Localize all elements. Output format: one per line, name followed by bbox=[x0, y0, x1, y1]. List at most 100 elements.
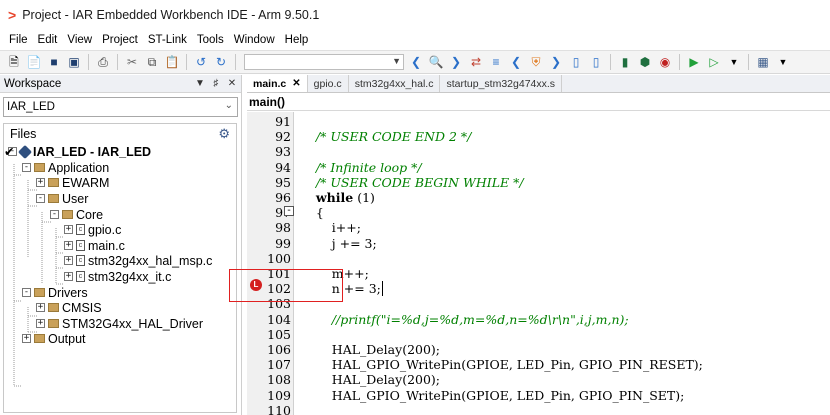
gear-icon[interactable]: ⚙ bbox=[218, 126, 230, 142]
fold-toggle-icon[interactable]: - bbox=[284, 206, 294, 216]
breakpoint-icon[interactable]: L bbox=[250, 279, 262, 291]
code-line[interactable]: i++; bbox=[300, 220, 361, 235]
menu-window[interactable]: Window bbox=[229, 34, 280, 46]
code-line[interactable]: /* Infinite loop */ bbox=[300, 160, 422, 175]
tree-item-label: Output bbox=[48, 331, 86, 346]
layout-icon[interactable]: ▦ bbox=[755, 54, 771, 70]
c-file-icon: c bbox=[76, 240, 85, 252]
chevron-down-icon[interactable]: ▼ bbox=[726, 54, 742, 70]
print-icon[interactable]: ⎙ bbox=[95, 54, 111, 70]
navigate-back-icon[interactable]: ❮ bbox=[408, 54, 424, 70]
menu-st-link[interactable]: ST-Link bbox=[143, 34, 192, 46]
save-icon[interactable]: ■ bbox=[46, 54, 62, 70]
close-icon[interactable]: ✕ bbox=[225, 78, 239, 89]
code-line[interactable]: /* USER CODE END 2 */ bbox=[300, 129, 471, 144]
expand-icon[interactable]: + bbox=[36, 319, 45, 329]
expand-icon[interactable]: + bbox=[36, 303, 45, 313]
build-icon[interactable]: ▮ bbox=[617, 54, 633, 70]
tree-item-cmsis[interactable]: + CMSIS bbox=[36, 300, 102, 316]
tree-item-gpio-c[interactable]: + c gpio.c bbox=[64, 222, 121, 238]
tree-item-it-c[interactable]: + c stm32g4xx_it.c bbox=[64, 269, 171, 285]
stop-build-icon[interactable]: ⬢ bbox=[637, 54, 653, 70]
menu-help[interactable]: Help bbox=[280, 34, 314, 46]
tree-item-hal-driver[interactable]: + STM32G4xx_HAL_Driver bbox=[36, 316, 203, 332]
expand-icon[interactable]: + bbox=[64, 225, 73, 235]
expand-icon[interactable]: + bbox=[36, 178, 45, 188]
toggle-breakpoint-icon[interactable]: ◉ bbox=[657, 54, 673, 70]
redo-icon[interactable]: ↻ bbox=[213, 54, 229, 70]
editor-tabs: main.c ✕ gpio.c stm32g4xx_hal.c startup_… bbox=[247, 75, 830, 93]
code-line[interactable]: HAL_Delay(200); bbox=[300, 342, 440, 357]
line-number: 91 bbox=[275, 114, 291, 129]
tree-item-project[interactable]: - IAR_LED - IAR_LED bbox=[8, 144, 151, 160]
tree-item-label: stm32g4xx_hal_msp.c bbox=[88, 253, 213, 268]
tree-item-user[interactable]: - User bbox=[36, 191, 88, 207]
code-area[interactable]: 9192939495969798991001011021031041051061… bbox=[247, 112, 830, 415]
toggle-bookmark-icon[interactable]: ⇄ bbox=[468, 54, 484, 70]
code-line[interactable]: m++; bbox=[300, 266, 369, 281]
collapse-icon[interactable]: - bbox=[36, 194, 45, 204]
previous-bookmark-icon[interactable]: ❮ bbox=[508, 54, 524, 70]
code-line[interactable]: HAL_GPIO_WritePin(GPIOE, LED_Pin, GPIO_P… bbox=[300, 357, 703, 372]
code-text[interactable]: /* USER CODE END 2 */ /* Infinite loop *… bbox=[300, 112, 830, 415]
menu-view[interactable]: View bbox=[62, 34, 97, 46]
find-icon[interactable]: 🔍 bbox=[428, 54, 444, 70]
tree-item-main-c[interactable]: + c main.c bbox=[64, 238, 125, 254]
paste-icon[interactable]: 📋 bbox=[164, 54, 180, 70]
collapse-icon[interactable]: - bbox=[22, 288, 31, 298]
code-line[interactable]: //printf("i=%d,j=%d,m=%d,n=%d\r\n",i,j,m… bbox=[300, 312, 629, 327]
tree-item-hal-msp-c[interactable]: + c stm32g4xx_hal_msp.c bbox=[64, 253, 212, 269]
download-debug-icon[interactable]: ▶ bbox=[686, 54, 702, 70]
folder-icon bbox=[48, 303, 59, 313]
tree-item-output[interactable]: + Output bbox=[22, 331, 86, 347]
compile-icon[interactable]: ▯ bbox=[568, 54, 584, 70]
save-all-icon[interactable]: ▣ bbox=[66, 54, 82, 70]
make-icon[interactable]: ▯ bbox=[588, 54, 604, 70]
code-line[interactable]: { bbox=[300, 205, 324, 220]
expand-icon[interactable]: + bbox=[64, 256, 73, 266]
toolbar-separator bbox=[235, 54, 236, 70]
tab-gpio-c[interactable]: gpio.c bbox=[308, 75, 349, 92]
shield-icon[interactable]: ⛨ bbox=[528, 54, 544, 70]
menu-project[interactable]: Project bbox=[97, 34, 143, 46]
collapse-icon[interactable]: - bbox=[22, 163, 31, 173]
copy-icon[interactable]: ⧉ bbox=[144, 54, 160, 70]
new-file-icon[interactable]: 🗎 bbox=[6, 54, 22, 70]
menu-edit[interactable]: Edit bbox=[33, 34, 63, 46]
chevron-down-icon[interactable]: ▼ bbox=[193, 78, 207, 89]
tab-stm32g4xx-hal-c[interactable]: stm32g4xx_hal.c bbox=[349, 75, 441, 92]
tree-item-core[interactable]: - Core bbox=[50, 207, 103, 223]
tree-item-ewarm[interactable]: + EWARM bbox=[36, 175, 109, 191]
expand-icon[interactable]: + bbox=[64, 272, 73, 282]
tree-item-label: EWARM bbox=[62, 175, 110, 190]
new-project-icon[interactable]: 📄 bbox=[26, 54, 42, 70]
code-line[interactable]: n += 3; bbox=[300, 281, 383, 297]
debug-without-download-icon[interactable]: ▷ bbox=[706, 54, 722, 70]
code-line[interactable]: j += 3; bbox=[300, 236, 377, 251]
toggle-breakpoint-list-icon[interactable]: ≡ bbox=[488, 54, 504, 70]
menu-tools[interactable]: Tools bbox=[192, 34, 229, 46]
next-bookmark-icon[interactable]: ❯ bbox=[548, 54, 564, 70]
navigate-forward-icon[interactable]: ❯ bbox=[448, 54, 464, 70]
close-icon[interactable]: ✕ bbox=[292, 78, 300, 89]
chevron-down-icon[interactable]: ▼ bbox=[775, 54, 791, 70]
code-line[interactable]: HAL_GPIO_WritePin(GPIOE, LED_Pin, GPIO_P… bbox=[300, 388, 685, 403]
menu-file[interactable]: File bbox=[4, 34, 33, 46]
menu-bar: File Edit View Project ST-Link Tools Win… bbox=[0, 30, 830, 50]
function-selector[interactable]: main() bbox=[247, 93, 830, 111]
code-line[interactable]: HAL_Delay(200); bbox=[300, 372, 440, 387]
pin-icon[interactable]: ♯ bbox=[209, 78, 223, 89]
tree-item-application[interactable]: - Application bbox=[22, 160, 109, 176]
tab-main-c[interactable]: main.c ✕ bbox=[247, 75, 308, 92]
undo-icon[interactable]: ↺ bbox=[193, 54, 209, 70]
code-line[interactable]: /* USER CODE BEGIN WHILE */ bbox=[300, 175, 524, 190]
find-combo[interactable]: ▼ bbox=[244, 54, 404, 70]
cut-icon[interactable]: ✂ bbox=[124, 54, 140, 70]
tree-item-drivers[interactable]: - Drivers bbox=[22, 285, 88, 301]
expand-icon[interactable]: + bbox=[64, 241, 73, 251]
expand-icon[interactable]: + bbox=[22, 334, 31, 344]
tab-startup-s[interactable]: startup_stm32g474xx.s bbox=[440, 75, 563, 92]
collapse-icon[interactable]: - bbox=[50, 210, 59, 220]
configuration-select[interactable]: IAR_LED ⌄ bbox=[3, 97, 238, 117]
code-line[interactable]: while (1) bbox=[300, 190, 375, 205]
